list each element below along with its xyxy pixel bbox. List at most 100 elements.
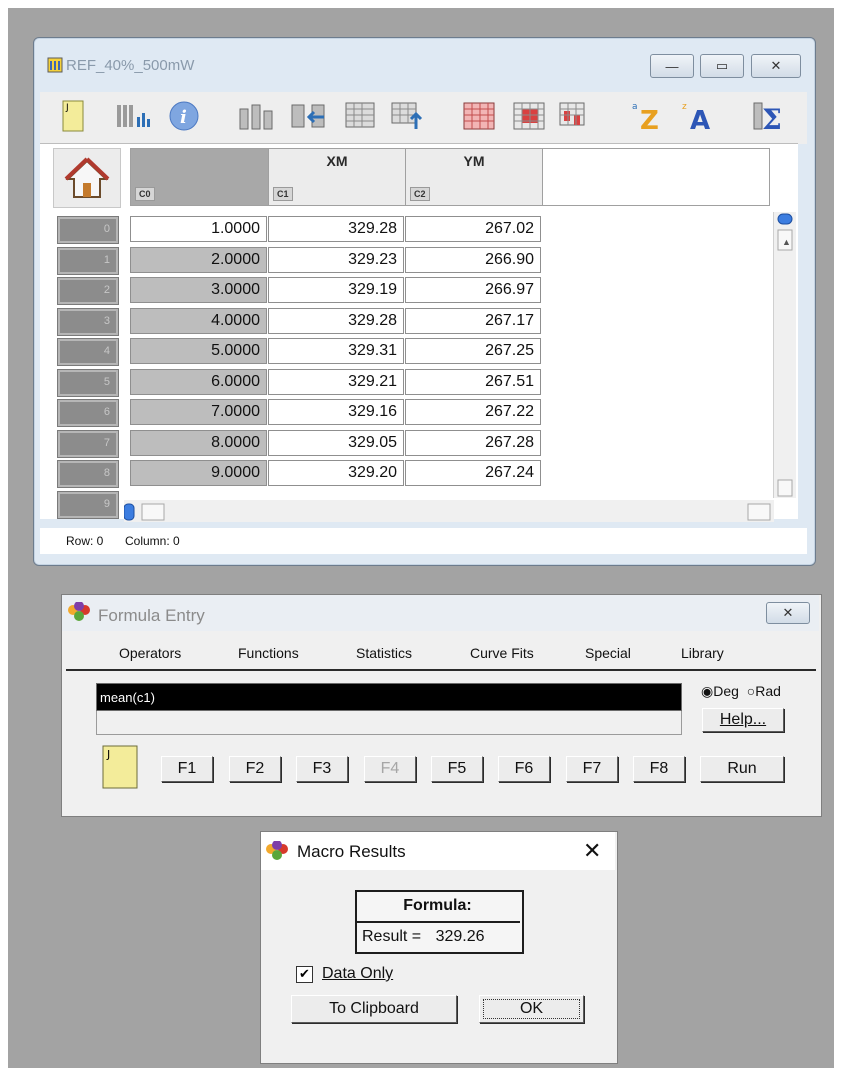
- column-header-c0[interactable]: C0: [130, 148, 269, 206]
- help-button[interactable]: Help...: [702, 708, 784, 732]
- row-header[interactable]: 5: [57, 369, 119, 397]
- row-header[interactable]: 3: [57, 308, 119, 336]
- red-grid-3-icon[interactable]: [556, 98, 596, 134]
- menu-operators[interactable]: Operators: [119, 645, 181, 661]
- notepad-icon[interactable]: J: [101, 744, 138, 789]
- table-cell[interactable]: 7.0000: [130, 399, 267, 425]
- column-header-c1[interactable]: XM C1: [268, 148, 406, 206]
- to-clipboard-button[interactable]: To Clipboard: [291, 995, 457, 1023]
- deg-radio[interactable]: ◉: [701, 683, 713, 699]
- formula-label: Formula:: [355, 890, 520, 923]
- table-cell[interactable]: 4.0000: [130, 308, 267, 334]
- row-header[interactable]: 8: [57, 460, 119, 488]
- f3-button[interactable]: F3: [296, 756, 348, 782]
- row-header[interactable]: 0: [57, 216, 119, 244]
- table-cell[interactable]: 5.0000: [130, 338, 267, 364]
- sort-az-icon[interactable]: aZ: [630, 98, 670, 134]
- notepad-icon[interactable]: J: [60, 98, 86, 134]
- result-value: 329.26: [435, 928, 485, 945]
- row-header[interactable]: 6: [57, 399, 119, 427]
- row-header[interactable]: 2: [57, 277, 119, 305]
- table-cell[interactable]: 8.0000: [130, 430, 267, 456]
- table-cell[interactable]: 6.0000: [130, 369, 267, 395]
- formula-entry-title: Formula Entry: [98, 606, 205, 625]
- table-cell[interactable]: 329.21: [268, 369, 404, 395]
- table-cell[interactable]: 1.0000: [130, 216, 267, 242]
- table-up-icon[interactable]: [388, 98, 428, 134]
- table-cell[interactable]: 329.20: [268, 460, 404, 486]
- home-icon: [64, 157, 110, 198]
- f1-button[interactable]: F1: [161, 756, 213, 782]
- table-cell[interactable]: 329.19: [268, 277, 404, 303]
- column-id: C0: [135, 187, 155, 201]
- data-only-checkbox[interactable]: ✔: [296, 966, 313, 983]
- table-cell[interactable]: 267.51: [405, 369, 541, 395]
- table-cell[interactable]: 329.28: [268, 308, 404, 334]
- svg-text:i: i: [180, 107, 187, 128]
- ok-button[interactable]: OK: [479, 995, 584, 1023]
- angle-mode-group: ◉Deg ○Rad: [701, 683, 781, 700]
- rad-radio[interactable]: ○: [747, 683, 755, 699]
- f6-button[interactable]: F6: [498, 756, 550, 782]
- menu-curve-fits[interactable]: Curve Fits: [470, 645, 534, 661]
- close-button[interactable]: ✕: [751, 54, 801, 78]
- red-grid-icon[interactable]: [460, 98, 500, 134]
- table-insert-icon[interactable]: [340, 98, 380, 134]
- svg-text:z: z: [682, 102, 687, 112]
- f4-button[interactable]: F4: [364, 756, 416, 782]
- info-icon[interactable]: i: [166, 98, 202, 134]
- f7-button[interactable]: F7: [566, 756, 618, 782]
- svg-text:A: A: [690, 106, 710, 133]
- menu-functions[interactable]: Functions: [238, 645, 299, 661]
- menu-statistics[interactable]: Statistics: [356, 645, 412, 661]
- table-cell[interactable]: 267.25: [405, 338, 541, 364]
- formula-close-button[interactable]: ✕: [766, 602, 810, 624]
- column-chart-icon[interactable]: [238, 98, 278, 134]
- column-header-c2[interactable]: YM C2: [405, 148, 543, 206]
- horizontal-scrollbar[interactable]: [123, 500, 774, 522]
- table-cell[interactable]: 267.22: [405, 399, 541, 425]
- svg-text:a: a: [632, 102, 638, 112]
- table-cell[interactable]: 267.17: [405, 308, 541, 334]
- row-header[interactable]: 4: [57, 338, 119, 366]
- red-grid-2-icon[interactable]: [510, 98, 550, 134]
- table-cell[interactable]: 267.28: [405, 430, 541, 456]
- sort-za-icon[interactable]: zA: [680, 98, 720, 134]
- row-header[interactable]: 1: [57, 247, 119, 275]
- row-header[interactable]: 7: [57, 430, 119, 458]
- table-cell[interactable]: 329.16: [268, 399, 404, 425]
- sigma-icon[interactable]: Σ: [752, 98, 792, 134]
- f5-button[interactable]: F5: [431, 756, 483, 782]
- table-cell[interactable]: 329.31: [268, 338, 404, 364]
- restore-button[interactable]: ▭: [700, 54, 744, 78]
- table-cell[interactable]: 329.05: [268, 430, 404, 456]
- histogram-icon[interactable]: [114, 98, 152, 134]
- menu-library[interactable]: Library: [681, 645, 724, 661]
- formula-input[interactable]: mean(c1): [96, 683, 682, 711]
- macro-close-icon[interactable]: ✕: [583, 838, 601, 864]
- table-cell[interactable]: 9.0000: [130, 460, 267, 486]
- vertical-scrollbar[interactable]: ▲: [773, 155, 796, 498]
- minimize-button[interactable]: —: [650, 54, 694, 78]
- table-cell[interactable]: 266.90: [405, 247, 541, 273]
- status-row: Row: 0: [66, 534, 104, 548]
- f2-button[interactable]: F2: [229, 756, 281, 782]
- table-cell[interactable]: 329.28: [268, 216, 404, 242]
- flower-app-icon: [266, 841, 288, 860]
- table-cell[interactable]: 2.0000: [130, 247, 267, 273]
- menu-special[interactable]: Special: [585, 645, 631, 661]
- table-cell[interactable]: 267.02: [405, 216, 541, 242]
- status-bar: Row: 0 Column: 0: [40, 528, 807, 554]
- svg-text:▲: ▲: [782, 237, 791, 247]
- menu-divider: [66, 669, 816, 671]
- table-cell[interactable]: 266.97: [405, 277, 541, 303]
- home-corner[interactable]: [53, 148, 121, 208]
- insert-column-icon[interactable]: [290, 98, 330, 134]
- column-header-empty[interactable]: [542, 148, 770, 206]
- row-header[interactable]: 9: [57, 491, 119, 519]
- f8-button[interactable]: F8: [633, 756, 685, 782]
- table-cell[interactable]: 267.24: [405, 460, 541, 486]
- run-button[interactable]: Run: [700, 756, 784, 782]
- table-cell[interactable]: 329.23: [268, 247, 404, 273]
- table-cell[interactable]: 3.0000: [130, 277, 267, 303]
